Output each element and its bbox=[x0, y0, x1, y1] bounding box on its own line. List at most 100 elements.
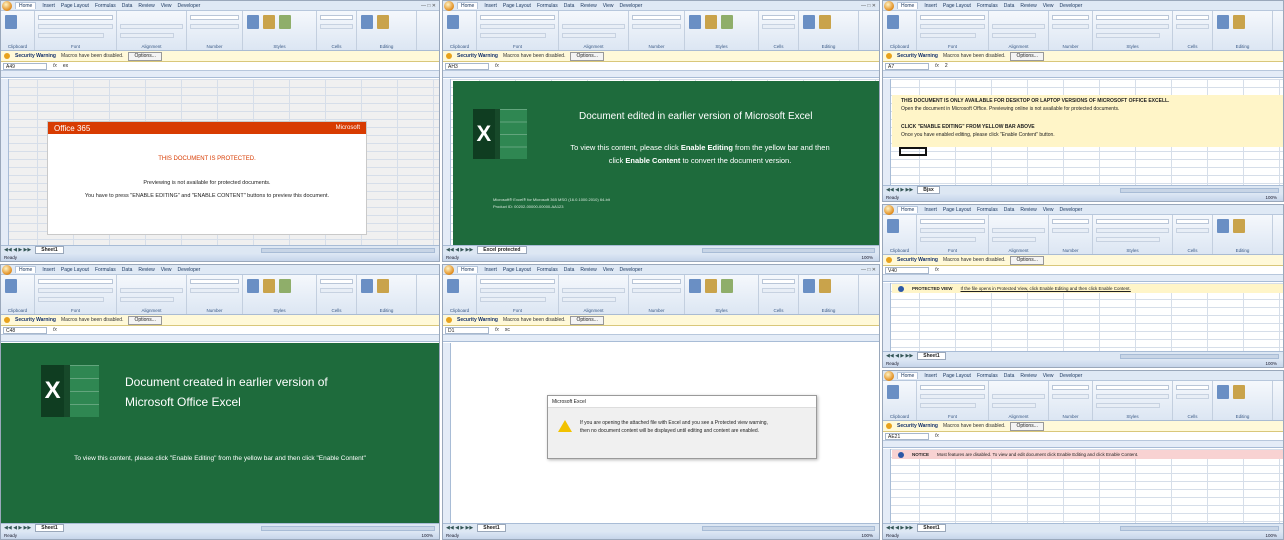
sheet-nav-icons[interactable]: ◀◀ ◀ ▶ ▶▶ bbox=[886, 525, 913, 531]
tab-page-layout[interactable]: Page Layout bbox=[61, 267, 89, 273]
clipboard-group[interactable]: Clipboard bbox=[1, 11, 35, 50]
fx-icon[interactable]: fx bbox=[935, 433, 939, 439]
tab-home[interactable]: Home bbox=[897, 206, 919, 213]
editing-group[interactable]: Editing bbox=[799, 11, 859, 50]
office-button[interactable] bbox=[884, 371, 894, 381]
tab-insert[interactable]: Insert bbox=[484, 3, 497, 9]
window-controls[interactable]: — □ ✕ bbox=[861, 267, 876, 273]
cells-group[interactable]: Cells bbox=[317, 275, 357, 314]
sheet-tab[interactable]: Sheet1 bbox=[35, 524, 64, 532]
sheet-tab[interactable]: Sheet1 bbox=[477, 524, 506, 532]
tab-formulas[interactable]: Formulas bbox=[537, 267, 558, 273]
tab-insert[interactable]: Insert bbox=[42, 267, 55, 273]
sheet-nav-icons[interactable]: ◀◀ ◀ ▶ ▶▶ bbox=[446, 525, 473, 531]
tab-view[interactable]: View bbox=[603, 267, 614, 273]
tab-developer[interactable]: Developer bbox=[1060, 373, 1083, 379]
tab-review[interactable]: Review bbox=[1020, 373, 1036, 379]
sheet-nav-icons[interactable]: ◀◀ ◀ ▶ ▶▶ bbox=[4, 247, 31, 253]
tab-view[interactable]: View bbox=[1043, 373, 1054, 379]
tab-view[interactable]: View bbox=[603, 3, 614, 9]
tab-review[interactable]: Review bbox=[138, 3, 154, 9]
options-button[interactable]: Options... bbox=[570, 51, 604, 61]
tab-page-layout[interactable]: Page Layout bbox=[503, 3, 531, 9]
options-button[interactable]: Options... bbox=[128, 51, 162, 61]
tab-data[interactable]: Data bbox=[564, 3, 575, 9]
office-button[interactable] bbox=[444, 265, 454, 275]
fx-icon[interactable]: fx bbox=[53, 327, 57, 333]
tab-developer[interactable]: Developer bbox=[1060, 3, 1083, 9]
alignment-group[interactable]: Alignment bbox=[559, 275, 629, 314]
styles-group[interactable]: Styles bbox=[685, 275, 759, 314]
horizontal-scrollbar[interactable] bbox=[261, 525, 435, 531]
number-group[interactable]: Number bbox=[1049, 215, 1093, 254]
font-group[interactable]: Font bbox=[917, 381, 989, 420]
options-button[interactable]: Options... bbox=[1010, 255, 1044, 265]
office-button[interactable] bbox=[2, 1, 12, 11]
tab-home[interactable]: Home bbox=[897, 372, 919, 379]
tab-view[interactable]: View bbox=[1043, 207, 1054, 213]
styles-group[interactable]: Styles bbox=[1093, 215, 1173, 254]
cells-group[interactable]: Cells bbox=[1173, 381, 1213, 420]
tab-data[interactable]: Data bbox=[1004, 3, 1015, 9]
zoom-level[interactable]: 100% bbox=[1265, 195, 1277, 200]
tab-formulas[interactable]: Formulas bbox=[95, 3, 116, 9]
styles-group[interactable]: Styles bbox=[243, 11, 317, 50]
tab-data[interactable]: Data bbox=[1004, 373, 1015, 379]
name-box[interactable]: A49 bbox=[3, 62, 47, 70]
office-button[interactable] bbox=[884, 1, 894, 11]
zoom-level[interactable]: 100% bbox=[421, 533, 433, 538]
cell-grid[interactable]: PROTECTED VIEW If the file opens in Prot… bbox=[883, 283, 1283, 351]
options-button[interactable]: Options... bbox=[1010, 421, 1044, 431]
number-group[interactable]: Number bbox=[187, 11, 243, 50]
tab-home[interactable]: Home bbox=[897, 2, 919, 9]
cell-grid[interactable]: Microsoft Excel If you are opening the a… bbox=[443, 343, 879, 523]
tab-review[interactable]: Review bbox=[580, 267, 596, 273]
options-button[interactable]: Options... bbox=[570, 315, 604, 325]
zoom-level[interactable]: 100% bbox=[861, 255, 873, 260]
tab-data[interactable]: Data bbox=[1004, 207, 1015, 213]
horizontal-scrollbar[interactable] bbox=[1120, 525, 1279, 531]
cells-group[interactable]: Cells bbox=[317, 11, 357, 50]
tab-page-layout[interactable]: Page Layout bbox=[61, 3, 89, 9]
name-box[interactable]: AH3 bbox=[445, 62, 489, 70]
tab-insert[interactable]: Insert bbox=[484, 267, 497, 273]
tab-formulas[interactable]: Formulas bbox=[537, 3, 558, 9]
horizontal-scrollbar[interactable] bbox=[261, 247, 435, 253]
cell-grid[interactable]: Office 365 Microsoft THIS DOCUMENT IS PR… bbox=[1, 79, 439, 245]
cell-grid[interactable]: THIS DOCUMENT IS ONLY AVAILABLE FOR DESK… bbox=[883, 79, 1283, 185]
fx-icon[interactable]: fx bbox=[53, 63, 57, 69]
name-box[interactable]: C48 bbox=[3, 326, 47, 334]
horizontal-scrollbar[interactable] bbox=[1120, 353, 1279, 359]
tab-developer[interactable]: Developer bbox=[620, 3, 643, 9]
clipboard-group[interactable]: Clipboard bbox=[883, 11, 917, 50]
cells-group[interactable]: Cells bbox=[759, 11, 799, 50]
name-box[interactable]: V40 bbox=[885, 266, 929, 274]
sheet-tab[interactable]: Sheet1 bbox=[35, 246, 64, 254]
alignment-group[interactable]: Alignment bbox=[117, 11, 187, 50]
styles-group[interactable]: Styles bbox=[1093, 381, 1173, 420]
tab-formulas[interactable]: Formulas bbox=[977, 3, 998, 9]
cell-grid[interactable]: NOTICE Most features are disabled. To vi… bbox=[883, 449, 1283, 523]
clipboard-group[interactable]: Clipboard bbox=[883, 381, 917, 420]
tab-insert[interactable]: Insert bbox=[42, 3, 55, 9]
clipboard-group[interactable]: Clipboard bbox=[443, 275, 477, 314]
tab-review[interactable]: Review bbox=[1020, 3, 1036, 9]
sheet-nav-icons[interactable]: ◀◀ ◀ ▶ ▶▶ bbox=[4, 525, 31, 531]
editing-group[interactable]: Editing bbox=[357, 11, 417, 50]
tab-page-layout[interactable]: Page Layout bbox=[503, 267, 531, 273]
selected-cell[interactable] bbox=[899, 147, 927, 156]
sheet-tab[interactable]: Bjsx bbox=[917, 186, 940, 194]
tab-insert[interactable]: Insert bbox=[924, 3, 937, 9]
window-controls[interactable]: — □ ✕ bbox=[421, 3, 436, 9]
tab-page-layout[interactable]: Page Layout bbox=[943, 3, 971, 9]
font-group[interactable]: Font bbox=[35, 275, 117, 314]
cells-group[interactable]: Cells bbox=[759, 275, 799, 314]
font-group[interactable]: Font bbox=[477, 11, 559, 50]
tab-home[interactable]: Home bbox=[457, 266, 479, 273]
tab-developer[interactable]: Developer bbox=[178, 3, 201, 9]
alignment-group[interactable]: Alignment bbox=[989, 381, 1049, 420]
clipboard-group[interactable]: Clipboard bbox=[1, 275, 35, 314]
clipboard-group[interactable]: Clipboard bbox=[883, 215, 917, 254]
font-group[interactable]: Font bbox=[477, 275, 559, 314]
sheet-tab[interactable]: Excel protected bbox=[477, 246, 527, 254]
